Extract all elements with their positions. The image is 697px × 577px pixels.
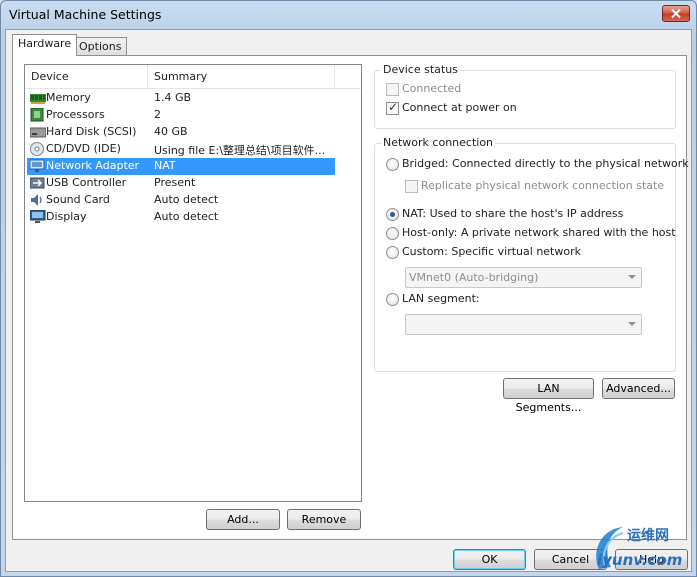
- device-row-hard-disk[interactable]: Hard Disk (SCSI) 40 GB: [25, 124, 361, 141]
- device-row-memory[interactable]: Memory 1.4 GB: [25, 90, 361, 107]
- list-header: Device Summary: [25, 65, 361, 89]
- custom-network-select[interactable]: VMnet0 (Auto-bridging): [405, 267, 642, 288]
- nat-radio[interactable]: [386, 208, 399, 221]
- connected-label: Connected: [402, 82, 462, 95]
- custom-network-value: VMnet0 (Auto-bridging): [409, 271, 539, 284]
- device-list[interactable]: Device Summary Memory 1.4 GB Processors …: [24, 64, 362, 502]
- replicate-checkbox[interactable]: [405, 180, 418, 193]
- nat-label: NAT: Used to share the host's IP address: [402, 207, 624, 220]
- device-status-title: Device status: [381, 63, 460, 76]
- device-name: CD/DVD (IDE): [46, 142, 121, 155]
- window-title: Virtual Machine Settings: [9, 7, 162, 22]
- replicate-label: Replicate physical network connection st…: [421, 179, 665, 192]
- network-connection-group: Network connection Bridged: Connected di…: [374, 136, 689, 372]
- column-header-device[interactable]: Device: [31, 70, 69, 83]
- advanced-button[interactable]: Advanced...: [602, 378, 675, 399]
- device-status-group: Device status Connected ✓ Connect at pow…: [374, 63, 676, 129]
- device-row-usb-controller[interactable]: USB Controller Present: [25, 175, 361, 192]
- remove-button[interactable]: Remove: [287, 509, 361, 530]
- tab-options[interactable]: Options: [73, 37, 128, 56]
- device-row-display[interactable]: Display Auto detect: [25, 209, 361, 226]
- lan-segments-button[interactable]: LAN Segments...: [503, 378, 594, 414]
- device-summary: 2: [154, 108, 161, 121]
- device-name: Sound Card: [46, 193, 110, 206]
- device-summary: Present: [154, 176, 196, 189]
- device-name: Network Adapter: [46, 159, 140, 172]
- device-name: Hard Disk (SCSI): [46, 125, 137, 138]
- connected-checkbox[interactable]: [386, 83, 399, 96]
- memory-icon: [30, 94, 46, 104]
- title-bar[interactable]: Virtual Machine Settings: [1, 1, 696, 29]
- hard-disk-icon: [30, 127, 46, 138]
- device-rows: Memory 1.4 GB Processors 2 Hard Disk (SC…: [25, 90, 361, 226]
- device-name: Display: [46, 210, 87, 223]
- bridged-radio[interactable]: [386, 158, 399, 171]
- tab-hardware[interactable]: Hardware: [12, 34, 78, 56]
- add-button[interactable]: Add...: [206, 509, 280, 530]
- cd-dvd-icon: [30, 142, 44, 156]
- device-summary: Auto detect: [154, 193, 219, 206]
- sound-card-icon: [31, 194, 42, 206]
- custom-radio[interactable]: [386, 246, 399, 259]
- watermark-text-cn: 运维网: [627, 528, 669, 544]
- host-only-radio[interactable]: [386, 227, 399, 240]
- device-summary: 1.4 GB: [154, 91, 192, 104]
- device-summary: NAT: [154, 159, 176, 172]
- connect-at-power-on-checkbox[interactable]: ✓: [386, 100, 399, 115]
- lan-segment-label: LAN segment:: [402, 292, 480, 305]
- processor-icon: [30, 108, 44, 122]
- watermark-logo: 运维网 iyunv.com: [589, 521, 689, 573]
- device-row-processors[interactable]: Processors 2: [25, 107, 361, 124]
- radio-selected-dot: [390, 212, 395, 217]
- hardware-panel: Device Summary Memory 1.4 GB Processors …: [12, 55, 689, 540]
- device-summary: Auto detect: [154, 210, 219, 223]
- bridged-label: Bridged: Connected directly to the physi…: [402, 157, 689, 170]
- display-icon: [30, 210, 46, 223]
- watermark-text-url: iyunv.com: [597, 551, 683, 569]
- close-icon: [671, 9, 681, 18]
- device-row-cd-dvd[interactable]: CD/DVD (IDE) Using file E:\整理总结\项目软件...: [25, 141, 361, 158]
- device-summary: 40 GB: [154, 125, 188, 138]
- lan-segment-radio[interactable]: [386, 293, 399, 306]
- network-adapter-icon: [30, 159, 45, 172]
- network-connection-title: Network connection: [381, 136, 496, 149]
- chevron-down-icon: [628, 275, 636, 279]
- device-summary: Using file E:\整理总结\项目软件...: [154, 144, 326, 157]
- device-name: USB Controller: [46, 176, 127, 189]
- connect-at-power-on-label: Connect at power on: [402, 101, 517, 114]
- usb-icon: [30, 177, 45, 189]
- custom-label: Custom: Specific virtual network: [402, 245, 581, 258]
- host-only-label: Host-only: A private network shared with…: [402, 226, 676, 239]
- device-row-sound-card[interactable]: Sound Card Auto detect: [25, 192, 361, 209]
- lan-segment-select[interactable]: [405, 314, 642, 335]
- ok-button[interactable]: OK: [453, 549, 526, 570]
- device-name: Memory: [46, 91, 91, 104]
- dialog-body: Hardware Options Device Summary Memory 1…: [5, 29, 692, 572]
- device-name: Processors: [46, 108, 105, 121]
- checkmark-icon: ✓: [388, 100, 399, 114]
- close-button[interactable]: [662, 5, 690, 22]
- device-row-network-adapter[interactable]: Network Adapter NAT: [25, 158, 361, 175]
- settings-window: Virtual Machine Settings Hardware Option…: [0, 0, 697, 577]
- column-header-summary[interactable]: Summary: [154, 70, 207, 83]
- chevron-down-icon: [628, 322, 636, 326]
